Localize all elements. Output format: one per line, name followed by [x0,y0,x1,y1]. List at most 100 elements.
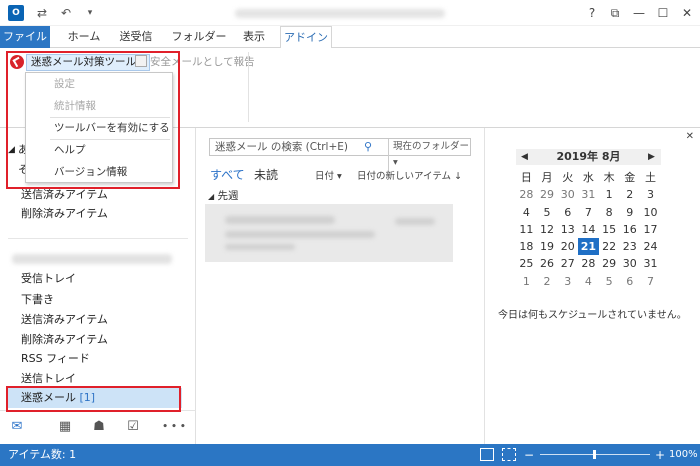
reading-view-icon[interactable] [502,448,516,461]
calendar-day[interactable]: 8 [599,204,620,221]
sort-order[interactable]: 日付の新しいアイテム ↓ [357,168,462,182]
calendar-day[interactable]: 23 [619,238,640,255]
calendar-day[interactable]: 29 [537,186,558,203]
ribbon-display-options-button[interactable]: ⧉ [606,4,624,22]
calendar-month-title: 2019年 8月 [556,150,621,163]
calendar-day[interactable]: 22 [599,238,620,255]
folder-rss-feeds[interactable]: RSS フィード [21,351,90,367]
calendar-day[interactable]: 18 [516,238,537,255]
calendar-day[interactable]: 7 [640,273,661,290]
calendar-day[interactable]: 27 [557,255,578,272]
folder-deleted-items[interactable]: 削除済みアイテム [21,206,108,222]
help-button[interactable]: ? [583,4,601,22]
calendar-day[interactable]: 30 [557,186,578,203]
tab-addins[interactable]: アドイン [280,26,332,49]
highlight-box-toolbar [6,51,180,189]
calendar-day[interactable]: 2 [537,273,558,290]
message-item-selected[interactable] [205,204,453,262]
ribbon-tabs: ファイル ホーム 送受信 フォルダー 表示 アドイン [0,26,700,49]
calendar-day[interactable]: 20 [557,238,578,255]
window-title-blurred [235,9,445,18]
pane-splitter[interactable] [484,128,485,444]
calendar-day[interactable]: 10 [640,204,661,221]
calendar-day[interactable]: 2 [619,186,640,203]
folder-outbox[interactable]: 送信トレイ [21,371,76,387]
calendar-day[interactable]: 16 [619,221,640,238]
calendar-day[interactable]: 3 [557,273,578,290]
calendar-icon[interactable]: ▦ [56,419,74,435]
folder-sent-items[interactable]: 送信済みアイテム [21,187,108,203]
calendar-day[interactable]: 13 [557,221,578,238]
tasks-icon[interactable]: ☑ [124,419,142,435]
pane-splitter[interactable] [197,128,477,138]
calendar-day[interactable]: 1 [516,273,537,290]
prev-month-icon[interactable]: ◀ [521,149,528,165]
search-input[interactable]: 迷惑メール の検索 (Ctrl+E) [215,139,348,155]
filter-all[interactable]: すべて [210,166,245,183]
zoom-in-icon[interactable]: + [655,444,665,466]
folder-drafts[interactable]: 下書き [21,292,54,308]
calendar-day[interactable]: 7 [578,204,599,221]
close-button[interactable]: ✕ [678,4,696,22]
calendar-day[interactable]: 25 [516,255,537,272]
calendar-day[interactable]: 4 [578,273,599,290]
filter-unread[interactable]: 未読 [254,166,278,183]
calendar-day[interactable]: 31 [578,186,599,203]
folder-deleted-items[interactable]: 削除済みアイテム [21,332,108,348]
next-month-icon[interactable]: ▶ [648,149,655,165]
tab-folder[interactable]: フォルダー [170,26,228,48]
sort-by-date[interactable]: 日付 ▾ [315,168,342,182]
search-box[interactable]: 迷惑メール の検索 (Ctrl+E) ⚲ 現在のフォルダー ▾ [209,138,471,171]
zoom-level[interactable]: 100% [669,444,698,466]
customize-icon[interactable]: ▾ [82,5,98,21]
send-receive-icon[interactable]: ⇄ [34,5,50,21]
tab-view[interactable]: 表示 [236,26,272,48]
minimize-button[interactable]: — [630,4,648,22]
calendar-day[interactable]: 19 [537,238,558,255]
mail-icon[interactable]: ✉ [8,419,26,435]
outlook-app-icon[interactable]: O [8,5,24,21]
zoom-out-icon[interactable]: − [524,444,534,466]
group-header-last-week[interactable]: ◢ 先週 [208,188,239,203]
zoom-slider-thumb[interactable] [593,450,596,459]
calendar-day[interactable]: 6 [619,273,640,290]
calendar-day[interactable]: 14 [578,221,599,238]
weekday-label: 火 [562,171,574,184]
calendar-day[interactable]: 24 [640,238,661,255]
calendar-day[interactable]: 4 [516,204,537,221]
calendar-day[interactable]: 28 [578,255,599,272]
calendar-day[interactable]: 26 [537,255,558,272]
calendar-day[interactable]: 6 [557,204,578,221]
people-icon[interactable]: ☗ [90,419,108,435]
calendar-day[interactable]: 3 [640,186,661,203]
tab-send-receive[interactable]: 送受信 [114,26,158,48]
calendar-day[interactable]: 12 [537,221,558,238]
search-scope-dropdown[interactable]: 現在のフォルダー ▾ [388,139,470,171]
calendar-day-today[interactable]: 21 [578,238,599,256]
chevron-down-icon: ▾ [337,171,342,182]
close-icon[interactable]: ✕ [686,131,694,142]
ribbon-separator [248,52,249,122]
tab-home[interactable]: ホーム [62,26,106,48]
search-icon[interactable]: ⚲ [364,140,372,153]
calendar-day[interactable]: 5 [599,273,620,290]
undo-icon[interactable]: ↶ [58,5,74,21]
calendar-day[interactable]: 9 [619,204,640,221]
calendar-day[interactable]: 31 [640,255,661,272]
calendar-day[interactable]: 29 [599,255,620,272]
more-icon[interactable]: • • • [160,419,188,435]
maximize-button[interactable]: ☐ [654,4,672,22]
highlight-box-junk [6,386,181,412]
calendar-day[interactable]: 17 [640,221,661,238]
tab-file[interactable]: ファイル [0,26,50,48]
calendar-day[interactable]: 11 [516,221,537,238]
folder-inbox[interactable]: 受信トレイ [21,271,76,287]
calendar-day[interactable]: 5 [537,204,558,221]
calendar-day[interactable]: 1 [599,186,620,203]
normal-view-icon[interactable] [480,448,494,461]
calendar-day[interactable]: 15 [599,221,620,238]
calendar-day[interactable]: 28 [516,186,537,203]
account-name-blurred [12,254,172,264]
calendar-day[interactable]: 30 [619,255,640,272]
folder-sent-items[interactable]: 送信済みアイテム [21,312,108,328]
